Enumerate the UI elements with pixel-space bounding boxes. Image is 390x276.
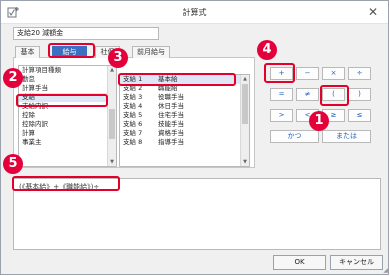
scroll-thumb[interactable] <box>242 84 248 124</box>
equals-button[interactable]: = <box>270 88 293 101</box>
table-row[interactable]: 支給 5 住宅手当 <box>120 111 249 120</box>
item-code: 支給 6 <box>123 120 143 128</box>
step-badge: 3 <box>108 48 128 68</box>
multiply-button[interactable]: × <box>322 67 345 80</box>
item-label: 指導手当 <box>158 138 184 146</box>
item-code: 支給 8 <box>123 138 143 146</box>
list-item[interactable]: 事業主 <box>19 138 116 147</box>
item-label: 役職手当 <box>158 93 184 101</box>
step-badge: 1 <box>309 111 329 131</box>
item-list[interactable]: 支給 1 基本給 支給 2 職能給 支給 3 役職手当 支給 4 休日手当 支給 5 住宅… <box>119 74 250 167</box>
item-code: 支給 4 <box>123 102 143 110</box>
close-paren-button[interactable]: ) <box>348 88 371 101</box>
list-item[interactable]: 計算手当 <box>19 84 116 93</box>
item-label: 資格手当 <box>158 129 184 137</box>
and-button[interactable]: かつ <box>270 130 319 143</box>
category-list-scrollbar[interactable]: ▲ ▼ <box>107 66 116 166</box>
table-row[interactable]: 支給 4 休日手当 <box>120 102 249 111</box>
dialog-title: 計算式 <box>182 8 207 17</box>
list-item[interactable]: 勤怠 <box>19 75 116 84</box>
minus-button[interactable]: − <box>296 67 319 80</box>
annotation-highlight-open-paren <box>320 85 349 106</box>
list-item[interactable]: 計算 <box>19 129 116 138</box>
item-name-field: 支給20 減額金 <box>13 27 159 40</box>
less-equal-button[interactable]: ≤ <box>348 109 371 122</box>
annotation-highlight-formula <box>12 176 120 191</box>
item-code: 支給 3 <box>123 93 143 101</box>
category-list[interactable]: 計算項目種類 勤怠 計算手当 支給 支給内訳 控除 控除内訳 計算 事業主 ▲ … <box>18 65 117 167</box>
or-button[interactable]: または <box>322 130 371 143</box>
cancel-button[interactable]: キャンセル <box>330 255 383 270</box>
annotation-highlight-salary-tab <box>48 43 95 58</box>
table-row[interactable]: 支給 7 資格手当 <box>120 129 249 138</box>
scroll-thumb[interactable] <box>109 109 115 139</box>
close-icon[interactable]: ✕ <box>364 3 382 21</box>
list-item[interactable]: 控除 <box>19 111 116 120</box>
scroll-up-icon[interactable]: ▲ <box>241 75 249 83</box>
item-label: 休日手当 <box>158 102 184 110</box>
divide-button[interactable]: ÷ <box>348 67 371 80</box>
step-badge: 4 <box>257 40 277 60</box>
item-label: 住宅手当 <box>158 111 184 119</box>
ok-button[interactable]: OK <box>273 255 326 270</box>
item-code: 支給 5 <box>123 111 143 119</box>
greater-than-button[interactable]: > <box>270 109 293 122</box>
title-bar: 計算式 ✕ <box>1 1 388 24</box>
annotation-highlight-base-salary <box>118 73 236 86</box>
step-badge: 5 <box>3 154 23 174</box>
not-equal-button[interactable]: ≠ <box>296 88 319 101</box>
annotation-highlight-category <box>16 94 108 107</box>
scroll-down-icon[interactable]: ▼ <box>241 158 249 166</box>
tab-previous-month-salary[interactable]: 前月給与 <box>132 46 170 58</box>
table-row[interactable]: 支給 8 指導手当 <box>120 138 249 147</box>
tab-basic[interactable]: 基本 <box>15 46 40 58</box>
annotation-highlight-plus <box>264 63 295 83</box>
list-item[interactable]: 控除内訳 <box>19 120 116 129</box>
scroll-down-icon[interactable]: ▼ <box>108 158 116 166</box>
item-list-scrollbar[interactable]: ▲ ▼ <box>240 75 249 166</box>
item-label: 技能手当 <box>158 120 184 128</box>
item-code: 支給 7 <box>123 129 143 137</box>
step-badge: 2 <box>3 68 23 88</box>
resize-grip-icon[interactable]: ◢ <box>383 267 388 274</box>
table-row[interactable]: 支給 3 役職手当 <box>120 93 249 102</box>
category-list-header: 計算項目種類 <box>22 66 61 74</box>
table-row[interactable]: 支給 6 技能手当 <box>120 120 249 129</box>
